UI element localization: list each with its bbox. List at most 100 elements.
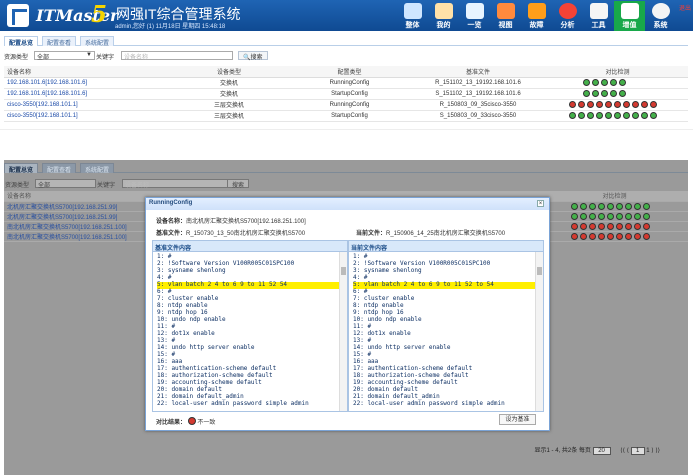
- status-error-icon: [641, 101, 648, 108]
- status-ok-icon: [592, 90, 599, 97]
- tab-config-view[interactable]: 配置查看: [42, 163, 77, 174]
- device-type-cell: 三层交换机: [168, 110, 287, 122]
- base-file-code: 1: #2: !Software Version V100R005C01SPC1…: [153, 252, 347, 410]
- set-baseline-button[interactable]: 设为基准: [499, 414, 536, 425]
- nav-overall[interactable]: 整体: [397, 1, 428, 31]
- device-name-link[interactable]: 192.168.101.6[192.168.101.6]: [4, 77, 168, 89]
- scrollbar[interactable]: [535, 252, 543, 411]
- status-error-icon: [580, 232, 587, 240]
- header-device-type: 设备类型: [168, 66, 287, 78]
- list-icon: [465, 3, 484, 19]
- status-ok-icon: [587, 112, 594, 119]
- brand-version: 5: [91, 1, 108, 28]
- table-row[interactable]: 192.168.101.6[192.168.101.6] 交换机 Running…: [4, 77, 688, 89]
- nav-analysis[interactable]: 分析: [552, 1, 583, 31]
- status-error-icon: [616, 232, 623, 240]
- status-error-icon: [634, 232, 641, 240]
- compare-dots: [544, 77, 688, 89]
- scrollbar[interactable]: [339, 252, 347, 411]
- device-name-link[interactable]: 192.168.101.6[192.168.101.6]: [4, 88, 168, 100]
- nav-addon[interactable]: 增值: [614, 1, 645, 31]
- status-error-icon: [634, 222, 641, 230]
- keyword-label: 关键字: [96, 55, 115, 61]
- status-ok-icon: [607, 202, 614, 210]
- section-divider: [0, 129, 693, 130]
- current-file-header: 当前文件内容: [349, 241, 543, 252]
- status-error-icon: [614, 101, 621, 108]
- status-error-icon: [571, 232, 578, 240]
- header-base-file: 基准文件: [409, 66, 544, 78]
- table-row[interactable]: 192.168.101.6[192.168.101.6] 交换机 Startup…: [4, 88, 688, 100]
- status-ok-icon: [643, 202, 650, 210]
- tab-config-overview[interactable]: 配置总览: [4, 163, 39, 174]
- table-row[interactable]: cisco-3550[192.168.101.1] 三层交换机 StartupC…: [4, 110, 688, 122]
- base-file-pane: 基准文件内容 1: #2: !Software Version V100R005…: [152, 240, 348, 412]
- keyword-input[interactable]: 设备名称: [121, 51, 233, 61]
- warning-icon: [527, 3, 546, 19]
- status-ok-icon: [632, 112, 639, 119]
- status-ok-icon: [578, 112, 585, 119]
- status-ok-icon: [650, 112, 657, 119]
- nav-overview[interactable]: 一览: [459, 1, 490, 31]
- page-next-icon[interactable]: ⟩: [651, 448, 653, 454]
- tab-config-overview[interactable]: 配置总览: [4, 36, 39, 47]
- logo-icon: [7, 4, 29, 27]
- tab-system-config[interactable]: 系统配置: [80, 163, 115, 174]
- status-ok-icon: [643, 212, 650, 220]
- pagination: 显示1 - 4, 共2条 每页 20 ⟨⟨ ⟨ 1 1 ⟩ ⟩⟩: [534, 447, 660, 455]
- page-number-input[interactable]: 1: [630, 447, 645, 455]
- status-error-icon: [569, 101, 576, 108]
- status-ok-icon: [571, 202, 578, 210]
- nav-tools[interactable]: 工具: [583, 1, 614, 31]
- close-icon[interactable]: ×: [537, 200, 544, 207]
- status-ok-icon: [607, 212, 614, 220]
- chevron-down-icon: ▼: [86, 52, 92, 58]
- status-error-icon: [596, 101, 603, 108]
- tab-config-view[interactable]: 配置查看: [42, 36, 77, 47]
- status-error-icon: [632, 101, 639, 108]
- config-type-cell: StartupConfig: [287, 88, 409, 100]
- current-file-pane: 当前文件内容 1: #2: !Software Version V100R005…: [348, 240, 544, 412]
- resource-type-select[interactable]: 全部 ▼: [34, 51, 95, 61]
- code-line: 14: undo http server enable: [157, 344, 255, 351]
- status-ok-icon: [623, 112, 630, 119]
- status-ok-icon: [625, 202, 632, 210]
- page-prev-icon[interactable]: ⟨: [627, 448, 629, 454]
- nav-mine[interactable]: 我的: [428, 1, 459, 31]
- status-ok-icon: [569, 112, 576, 119]
- status-ok-icon: [601, 90, 608, 97]
- status-error-icon: [607, 222, 614, 230]
- page-first-icon[interactable]: ⟨⟨: [620, 448, 625, 454]
- base-file-cell: R_150803_09_35cisco-3550: [409, 99, 544, 111]
- page-last-icon[interactable]: ⟩⟩: [655, 448, 660, 454]
- code-line: 3: sysname shenlong: [157, 267, 226, 274]
- search-button[interactable]: 🔍搜索: [238, 51, 268, 61]
- resource-type-label: 资源类型: [4, 55, 29, 61]
- compare-result: 对比结果： 不一致: [156, 417, 215, 426]
- search-button[interactable]: 搜索: [227, 179, 250, 189]
- compare-dots: [544, 88, 688, 100]
- keyword-input[interactable]: 设备名称: [122, 179, 234, 189]
- dialog-title: RunningConfig: [146, 198, 549, 210]
- status-error-icon: [580, 222, 587, 230]
- device-name-link[interactable]: cisco-3550[192.168.101.1]: [4, 110, 168, 122]
- network-icon: [496, 3, 515, 19]
- status-ok-icon: [634, 212, 641, 220]
- nav-view[interactable]: 视图: [490, 1, 521, 31]
- device-name-link[interactable]: cisco-3550[192.168.101.1]: [4, 99, 168, 111]
- nav-fault[interactable]: 故障: [521, 1, 552, 31]
- status-ok-icon: [619, 90, 626, 97]
- status-error-icon: [589, 232, 596, 240]
- code-line: 10: undo ndp enable: [157, 316, 226, 323]
- page-size-select[interactable]: 20: [592, 447, 611, 455]
- logout-link[interactable]: 退出: [679, 3, 691, 12]
- tab-system-config[interactable]: 系统配置: [80, 36, 115, 47]
- base-file-header: 基准文件内容: [153, 241, 347, 252]
- status-error-icon: [623, 101, 630, 108]
- status-error-icon: [589, 222, 596, 230]
- nav-system[interactable]: 系统: [645, 1, 676, 31]
- table-header: 设备名称 设备类型 配置类型 基准文件 对比检测: [4, 66, 688, 78]
- table-row[interactable]: cisco-3550[192.168.101.1] 三层交换机 RunningC…: [4, 99, 688, 111]
- resource-type-select[interactable]: 全部: [35, 179, 96, 189]
- code-line: 15: #: [157, 351, 176, 358]
